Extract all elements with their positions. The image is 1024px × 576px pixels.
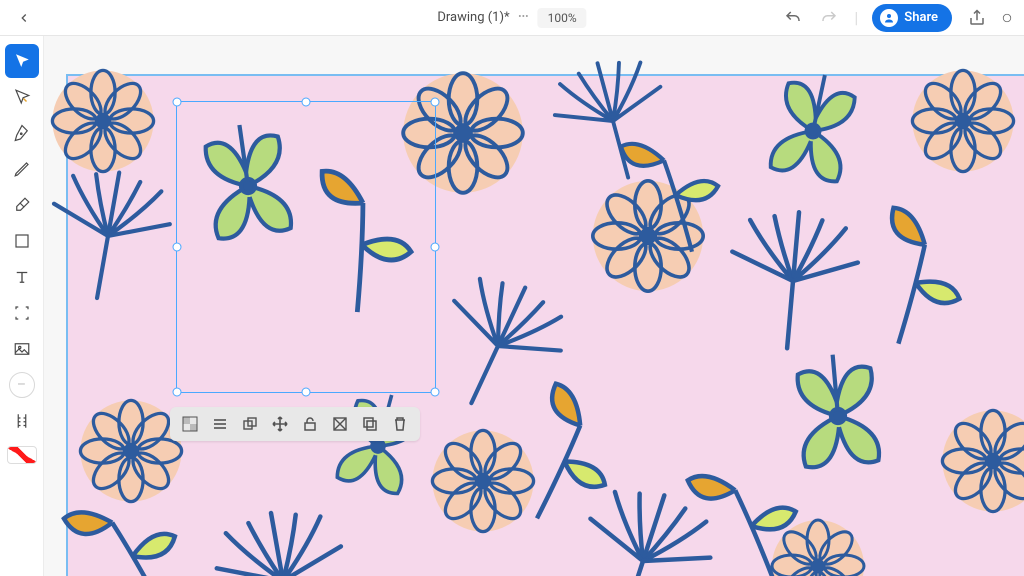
arrange-icon[interactable] [236,411,264,437]
pen-tool[interactable] [5,116,39,150]
selection-handle-n[interactable] [302,98,311,107]
document-title-area: Drawing (1)* 100% [437,8,586,28]
more-button[interactable] [1002,7,1012,29]
share-button[interactable]: Share [872,4,952,32]
shape-tool[interactable] [5,224,39,258]
selection-handle-nw[interactable] [173,98,182,107]
redo-button[interactable] [818,7,840,29]
transparency-grid-icon[interactable] [176,411,204,437]
lock-icon[interactable] [296,411,324,437]
selection-handle-se[interactable] [431,388,440,397]
zoom-level[interactable]: 100% [538,8,587,28]
artboard-tool[interactable] [5,296,39,330]
selection-context-toolbar [170,407,420,441]
pencil-tool[interactable] [5,152,39,186]
undo-button[interactable] [782,7,804,29]
artboard[interactable]: LAURA COYLE CREATIVE [68,76,1024,576]
eraser-tool[interactable] [5,188,39,222]
list-icon[interactable] [206,411,234,437]
share-avatar-icon [880,9,898,27]
export-button[interactable] [966,7,988,29]
selection-handle-sw[interactable] [173,388,182,397]
selection-handle-s[interactable] [302,388,311,397]
pattern-icon[interactable] [326,411,354,437]
move-icon[interactable] [266,411,294,437]
ruler-tool[interactable] [5,404,39,438]
document-title[interactable]: Drawing (1)* [437,10,509,25]
selection-handle-ne[interactable] [431,98,440,107]
toolbar-divider: – [9,372,35,398]
duplicate-icon[interactable] [356,411,384,437]
cloud-sync-icon [518,10,530,26]
selection-handle-e[interactable] [431,243,440,252]
back-button[interactable] [12,6,36,30]
type-tool[interactable] [5,260,39,294]
direct-select-tool[interactable] [5,80,39,114]
canvas-area[interactable]: LAURA COYLE CREATIVE [44,36,1024,576]
selection-handle-w[interactable] [173,243,182,252]
select-tool[interactable] [5,44,39,78]
app-header: Drawing (1)* 100% | Share [0,0,1024,36]
trash-icon[interactable] [386,411,414,437]
stroke-swatch[interactable] [7,446,37,464]
left-toolbar: – [0,36,44,576]
share-label: Share [904,10,938,25]
place-image-tool[interactable] [5,332,39,366]
